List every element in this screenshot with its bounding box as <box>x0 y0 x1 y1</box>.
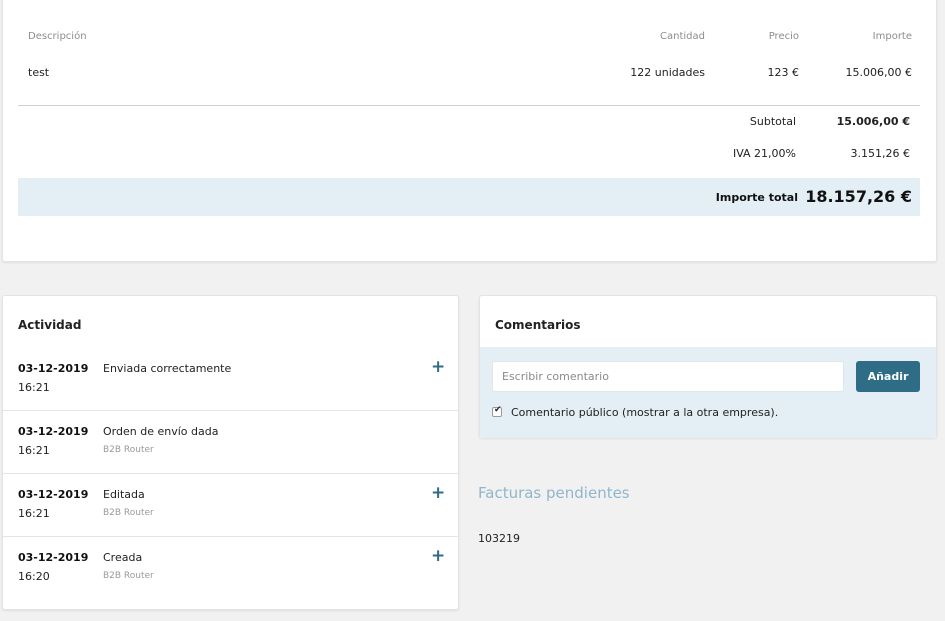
activity-date: 03-12-2019 <box>18 488 89 501</box>
expand-plus-icon[interactable]: + <box>431 359 445 376</box>
line-amount: 15.006,00 € <box>845 66 912 79</box>
activity-title: Actividad <box>18 318 82 332</box>
activity-source: B2B Router <box>103 571 154 581</box>
activity-item: 03-12-2019 16:21 Orden de envío dada B2B… <box>3 411 458 474</box>
public-comment-checkbox[interactable]: ✔ <box>492 405 502 417</box>
activity-time: 16:21 <box>18 444 50 457</box>
pending-invoices-title: Facturas pendientes <box>478 484 630 502</box>
activity-item: 03-12-2019 16:20 Creada B2B Router + <box>3 537 458 600</box>
column-header-description: Descripción <box>28 31 87 42</box>
activity-date: 03-12-2019 <box>18 425 89 438</box>
activity-source: B2B Router <box>103 508 154 518</box>
invoice-card: Descripción Cantidad Precio Importe test… <box>2 0 937 262</box>
activity-description: Creada <box>103 551 143 564</box>
expand-plus-icon[interactable]: + <box>431 485 445 502</box>
subtotal-value: 15.006,00 € <box>836 115 910 128</box>
comments-card: Comentarios Añadir ✔ Comentario público … <box>479 295 937 438</box>
total-value: 18.157,26 € <box>805 187 912 206</box>
add-comment-button[interactable]: Añadir <box>856 361 920 392</box>
total-row: Importe total 18.157,26 € <box>18 178 920 216</box>
activity-time: 16:21 <box>18 381 50 394</box>
line-description: test <box>28 66 50 79</box>
activity-description: Orden de envío dada <box>103 425 219 438</box>
public-comment-label: Comentario público (mostrar a la otra em… <box>511 406 779 419</box>
activity-date: 03-12-2019 <box>18 362 89 375</box>
activity-source: B2B Router <box>103 445 154 455</box>
check-icon: ✔ <box>494 405 502 415</box>
tax-label: IVA 21,00% <box>732 147 796 160</box>
line-price: 123 € <box>767 66 800 79</box>
activity-time: 16:20 <box>18 570 50 583</box>
column-header-price: Precio <box>768 31 799 42</box>
pending-invoice-link[interactable]: 103219 <box>478 532 520 545</box>
activity-list: 03-12-2019 16:21 Enviada correctamente +… <box>3 348 458 600</box>
comment-input[interactable] <box>492 361 844 392</box>
table-divider <box>18 105 920 106</box>
activity-time: 16:21 <box>18 507 50 520</box>
activity-item: 03-12-2019 16:21 Enviada correctamente + <box>3 348 458 411</box>
column-header-amount: Importe <box>872 31 912 42</box>
column-header-quantity: Cantidad <box>660 31 705 42</box>
activity-card: Actividad 03-12-2019 16:21 Enviada corre… <box>2 295 459 610</box>
activity-date: 03-12-2019 <box>18 551 89 564</box>
activity-description: Editada <box>103 488 145 501</box>
activity-item: 03-12-2019 16:21 Editada B2B Router + <box>3 474 458 537</box>
expand-plus-icon[interactable]: + <box>431 548 445 565</box>
line-quantity: 122 unidades <box>630 66 705 79</box>
comment-form: Añadir ✔ Comentario público (mostrar a l… <box>480 347 936 438</box>
total-label: Importe total <box>715 191 798 204</box>
activity-description: Enviada correctamente <box>103 362 232 375</box>
tax-value: 3.151,26 € <box>850 147 910 160</box>
subtotal-label: Subtotal <box>749 115 796 128</box>
comments-title: Comentarios <box>495 318 581 332</box>
